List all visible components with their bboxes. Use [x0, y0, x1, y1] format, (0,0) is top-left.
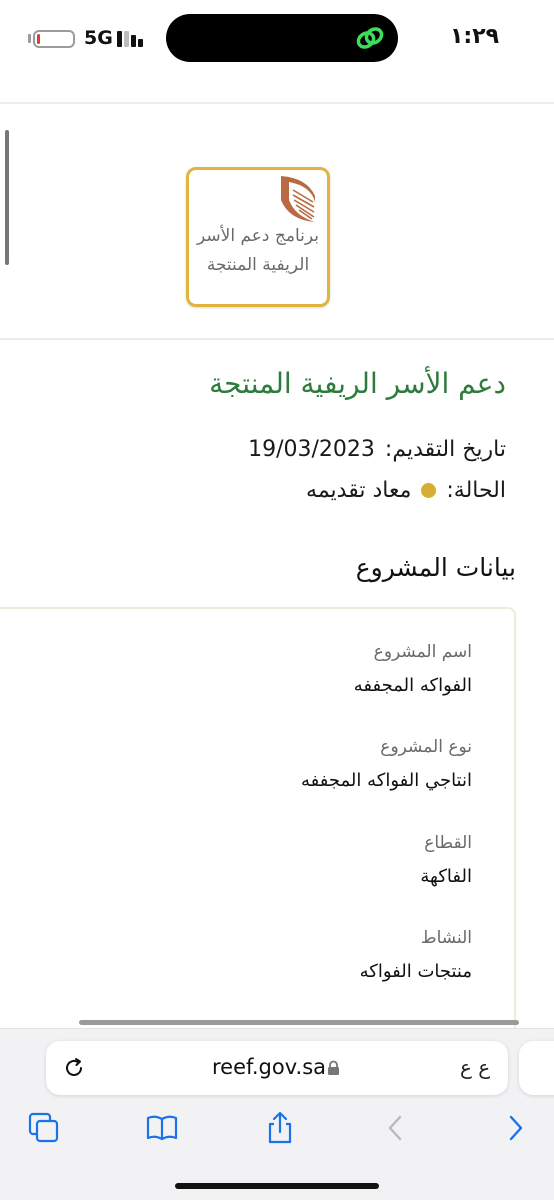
battery-icon [33, 30, 75, 48]
url-text[interactable]: reef.gov.sa [212, 1055, 326, 1079]
status-value: معاد تقديمه [306, 478, 412, 503]
header-divider [0, 102, 554, 104]
status-bar: 5G ١:٢٩ [0, 0, 554, 80]
status-time: ١:٢٩ [450, 24, 500, 49]
tabs-icon[interactable] [26, 1110, 62, 1146]
text-size-button[interactable]: ع ع [460, 1055, 490, 1079]
sector-value: الفاكهة [420, 866, 472, 887]
page-title: دعم الأسر الريفية المنتجة [209, 367, 506, 400]
signal-bars-icon [117, 29, 149, 47]
project-type-value: انتاجي الفواكه المجففه [301, 770, 472, 791]
logo-emblem-icon [281, 176, 315, 222]
submission-date-row: تاريخ التقديم: 19/03/2023 [248, 437, 506, 462]
status-label: الحالة: [446, 478, 506, 503]
page-scroll-bar[interactable] [79, 1020, 519, 1025]
home-indicator[interactable] [175, 1183, 379, 1189]
content-divider [0, 338, 554, 340]
submission-date-label: تاريخ التقديم: [384, 437, 506, 462]
logo-line-2: الريفية المنتجة [206, 255, 310, 275]
forward-chevron-icon[interactable] [498, 1110, 534, 1146]
status-dot [421, 483, 437, 498]
activity-value: منتجات الفواكه [359, 961, 472, 982]
status-row: الحالة: معاد تقديمه [306, 478, 506, 503]
project-details-card: اسم المشروع الفواكه المجففه نوع المشروع … [0, 607, 516, 1047]
scroll-indicator[interactable] [5, 130, 9, 265]
project-name-label: اسم المشروع [373, 642, 472, 662]
link-icon [356, 27, 384, 49]
reload-icon[interactable] [63, 1057, 85, 1079]
logo-line-1: برنامج دعم الأسر [197, 226, 319, 246]
share-icon[interactable] [262, 1110, 298, 1146]
logo-text: برنامج دعم الأسر الريفية المنتجة [189, 222, 327, 280]
network-type: 5G [84, 27, 113, 49]
sector-label: القطاع [424, 833, 472, 853]
program-logo: برنامج دعم الأسر الريفية المنتجة [186, 167, 330, 307]
next-tab-preview[interactable] [519, 1041, 554, 1095]
activity-label: النشاط [420, 928, 472, 948]
project-type-label: نوع المشروع [380, 737, 472, 757]
battery-cap [28, 34, 31, 43]
project-section-title: بيانات المشروع [355, 553, 516, 582]
submission-date-value: 19/03/2023 [248, 437, 375, 462]
project-name-value: الفواكه المجففه [353, 675, 472, 696]
back-chevron-icon[interactable] [378, 1110, 414, 1146]
lock-icon [328, 1060, 339, 1075]
bookmarks-icon[interactable] [144, 1110, 180, 1146]
